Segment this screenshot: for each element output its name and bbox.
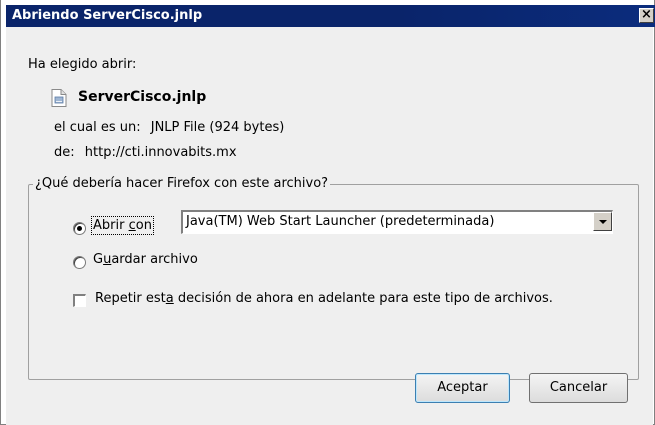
save-file-label-text: G [93,252,104,267]
group-legend: ¿Qué debería hacer Firefox con este arch… [33,176,331,191]
save-file-label[interactable]: Guardar archivo [93,252,198,267]
close-icon: × [641,7,652,22]
remember-label-text: Repetir est [95,291,166,306]
open-with-radio[interactable] [73,222,86,235]
remember-decision-label[interactable]: Repetir esta decisión de ahora en adelan… [95,291,553,306]
file-name: ServerCisco.jnlp [78,89,207,105]
file-source-key: de: [54,145,75,160]
file-type-value: JNLP File (924 bytes) [150,120,285,135]
chevron-down-icon[interactable] [593,212,612,231]
cancel-button[interactable]: Cancelar [529,373,628,403]
accept-button[interactable]: Aceptar [415,373,510,403]
dialog-body: Ha elegido abrir: ServerCisco.jnlp el cu… [6,27,653,425]
jnlp-file-icon [51,89,67,107]
file-source-line: de: http://cti.innovabits.mx [54,145,237,160]
open-with-label-text: Abrir [93,218,129,233]
file-type-key: el cual es un: [54,120,141,135]
application-select-value: Java(TM) Web Start Launcher (predetermin… [186,214,495,229]
chosen-label: Ha elegido abrir: [28,57,137,72]
save-file-label-text-end: ardar archivo [111,252,198,267]
save-file-radio[interactable] [73,256,86,269]
close-button[interactable]: × [639,8,654,23]
open-with-label-text-end: on [135,218,152,233]
remember-decision-checkbox[interactable] [73,294,86,307]
open-with-label[interactable]: Abrir con [91,216,154,235]
window-title: Abriendo ServerCisco.jnlp [12,8,203,23]
title-bar[interactable]: Abriendo ServerCisco.jnlp × [6,5,655,27]
file-source-value: http://cti.innovabits.mx [84,145,237,160]
file-type-line: el cual es un: JNLP File (924 bytes) [54,120,284,135]
open-with-accesskey: c [128,218,136,233]
remember-label-text-end: decisión de ahora en adelante para este … [173,291,553,306]
remember-accesskey: a [165,291,174,306]
dialog-window: Abriendo ServerCisco.jnlp × Ha elegido a… [0,0,655,425]
action-groupbox: ¿Qué debería hacer Firefox con este arch… [28,176,639,380]
application-select[interactable]: Java(TM) Web Start Launcher (predetermin… [181,210,613,234]
